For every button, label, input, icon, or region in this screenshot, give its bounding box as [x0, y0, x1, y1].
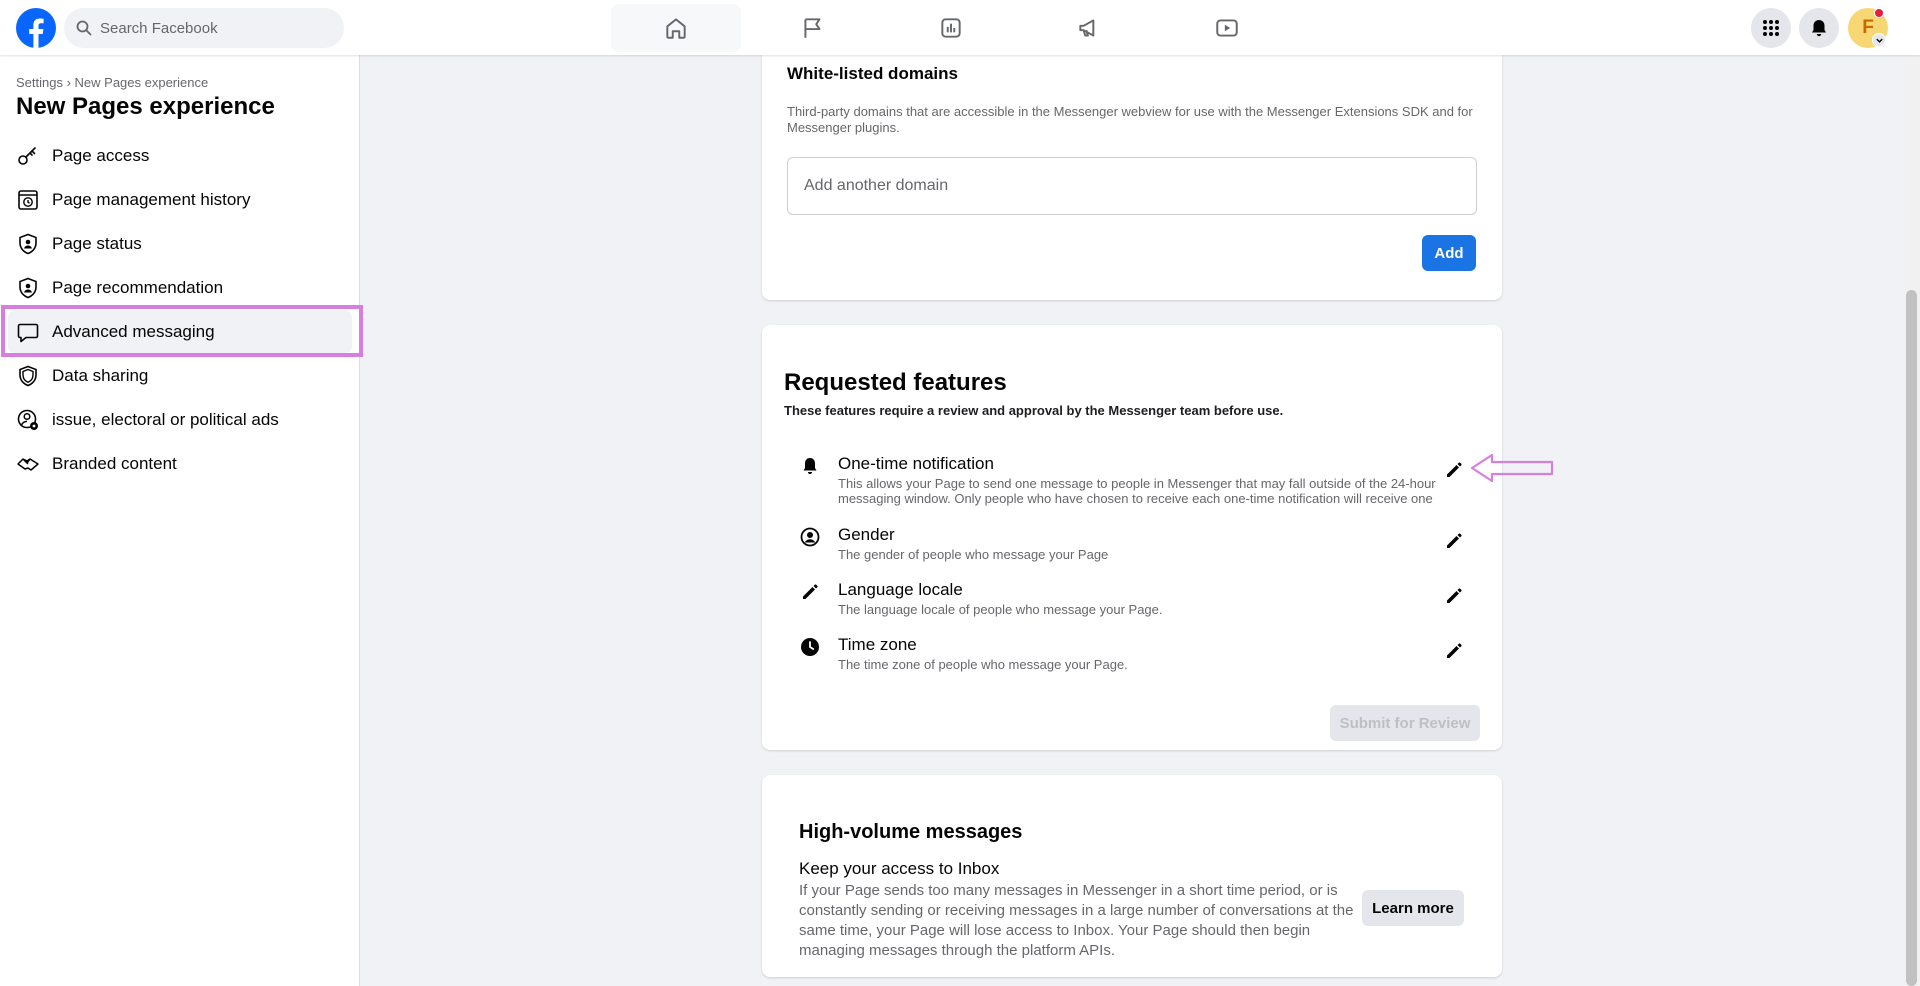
insights-icon	[938, 15, 964, 41]
history-icon	[16, 188, 40, 212]
home-tab[interactable]	[611, 4, 741, 52]
scrollbar-thumb[interactable]	[1906, 290, 1917, 986]
bell-icon	[800, 456, 820, 476]
edit-pencil-icon[interactable]	[1442, 529, 1466, 553]
sidebar-item-page-status[interactable]: Page status	[8, 222, 352, 266]
chevron-down-icon	[1875, 36, 1884, 45]
sidebar-item-label: Branded content	[52, 454, 177, 473]
high-volume-messages-card: High-volume messages Keep your access to…	[762, 775, 1502, 977]
search-icon	[76, 20, 92, 36]
high-volume-title: High-volume messages	[799, 821, 1023, 843]
sidebar-item-label: Page management history	[52, 190, 251, 209]
requested-features-card: Requested features These features requir…	[762, 325, 1502, 750]
requested-features-title: Requested features	[784, 369, 1007, 396]
page-title: New Pages experience	[16, 93, 275, 120]
feature-name: One-time notification	[838, 454, 994, 473]
sidebar-item-page-access[interactable]: Page access	[8, 134, 352, 178]
menu-button[interactable]	[1751, 8, 1791, 48]
pencil-icon	[800, 582, 820, 602]
learn-more-button[interactable]: Learn more	[1362, 890, 1464, 926]
requested-features-subtitle: These features require a review and appr…	[784, 403, 1284, 418]
feature-description: This allows your Page to send one messag…	[838, 476, 1436, 506]
menu-grid-icon	[1761, 18, 1781, 38]
annotation-arrow-icon	[1470, 453, 1554, 483]
top-navigation-bar: Search Facebook F	[0, 0, 1920, 55]
whitelisted-domains-description: Third-party domains that are accessible …	[787, 104, 1473, 135]
high-volume-subtitle: Keep your access to Inbox	[799, 859, 1000, 878]
video-tab[interactable]	[1162, 4, 1292, 52]
sidebar-item-branded-content[interactable]: Branded content	[8, 442, 352, 486]
high-volume-description: If your Page sends too many messages in …	[799, 882, 1354, 959]
submit-for-review-button[interactable]: Submit for Review	[1330, 705, 1480, 741]
sidebar-item-label: Advanced messaging	[52, 322, 215, 341]
home-icon	[663, 15, 689, 41]
feature-name: Language locale	[838, 580, 963, 599]
edit-pencil-icon[interactable]	[1442, 639, 1466, 663]
shield-person-icon	[16, 232, 40, 256]
shield-icon	[16, 364, 40, 388]
edit-pencil-icon[interactable]	[1442, 584, 1466, 608]
clock-icon	[800, 637, 820, 657]
megaphone-icon	[1076, 15, 1102, 41]
facebook-logo-icon[interactable]	[16, 8, 56, 48]
feature-description: The time zone of people who message your…	[838, 657, 1128, 672]
video-icon	[1214, 15, 1240, 41]
sidebar-item-page-recommendation[interactable]: Page recommendation	[8, 266, 352, 310]
insights-tab[interactable]	[886, 4, 1016, 52]
account-menu-chevron[interactable]	[1872, 33, 1886, 47]
sidebar-item-label: Page status	[52, 234, 142, 253]
chat-bubble-icon	[16, 320, 40, 344]
notifications-button[interactable]	[1799, 8, 1839, 48]
edit-pencil-icon[interactable]	[1442, 458, 1466, 482]
sidebar-item-political-ads[interactable]: issue, electoral or political ads	[8, 398, 352, 442]
flag-tab[interactable]	[748, 4, 878, 52]
sidebar-item-label: Page recommendation	[52, 278, 224, 297]
search-box[interactable]: Search Facebook	[64, 8, 344, 48]
whitelisted-domains-card: White-listed domains Third-party domains…	[762, 40, 1502, 300]
ads-tab[interactable]	[1024, 4, 1154, 52]
bell-icon	[1809, 18, 1829, 38]
search-placeholder: Search Facebook	[100, 19, 218, 37]
sidebar-item-label: issue, electoral or political ads	[52, 410, 279, 429]
key-icon	[16, 144, 40, 168]
breadcrumb[interactable]: Settings › New Pages experience	[16, 75, 208, 90]
feature-description: The gender of people who message your Pa…	[838, 547, 1109, 562]
handshake-icon	[16, 452, 40, 476]
settings-sidebar: Settings › New Pages experience New Page…	[0, 55, 360, 986]
person-circle-icon	[800, 527, 820, 547]
add-domain-button[interactable]: Add	[1422, 235, 1476, 271]
sidebar-item-advanced-messaging[interactable]: Advanced messaging	[8, 310, 352, 354]
flag-icon	[800, 15, 826, 41]
shield-person-icon	[16, 276, 40, 300]
feature-description: The language locale of people who messag…	[838, 602, 1163, 617]
add-domain-input[interactable]	[787, 157, 1477, 215]
sidebar-item-data-sharing[interactable]: Data sharing	[8, 354, 352, 398]
sidebar-item-page-management-history[interactable]: Page management history	[8, 178, 352, 222]
person-gear-icon	[16, 408, 40, 432]
feature-name: Time zone	[838, 635, 917, 654]
whitelisted-domains-title: White-listed domains	[787, 64, 958, 83]
sidebar-item-label: Page access	[52, 146, 150, 165]
notification-dot	[1874, 8, 1884, 18]
feature-name: Gender	[838, 525, 895, 544]
sidebar-item-label: Data sharing	[52, 366, 149, 385]
